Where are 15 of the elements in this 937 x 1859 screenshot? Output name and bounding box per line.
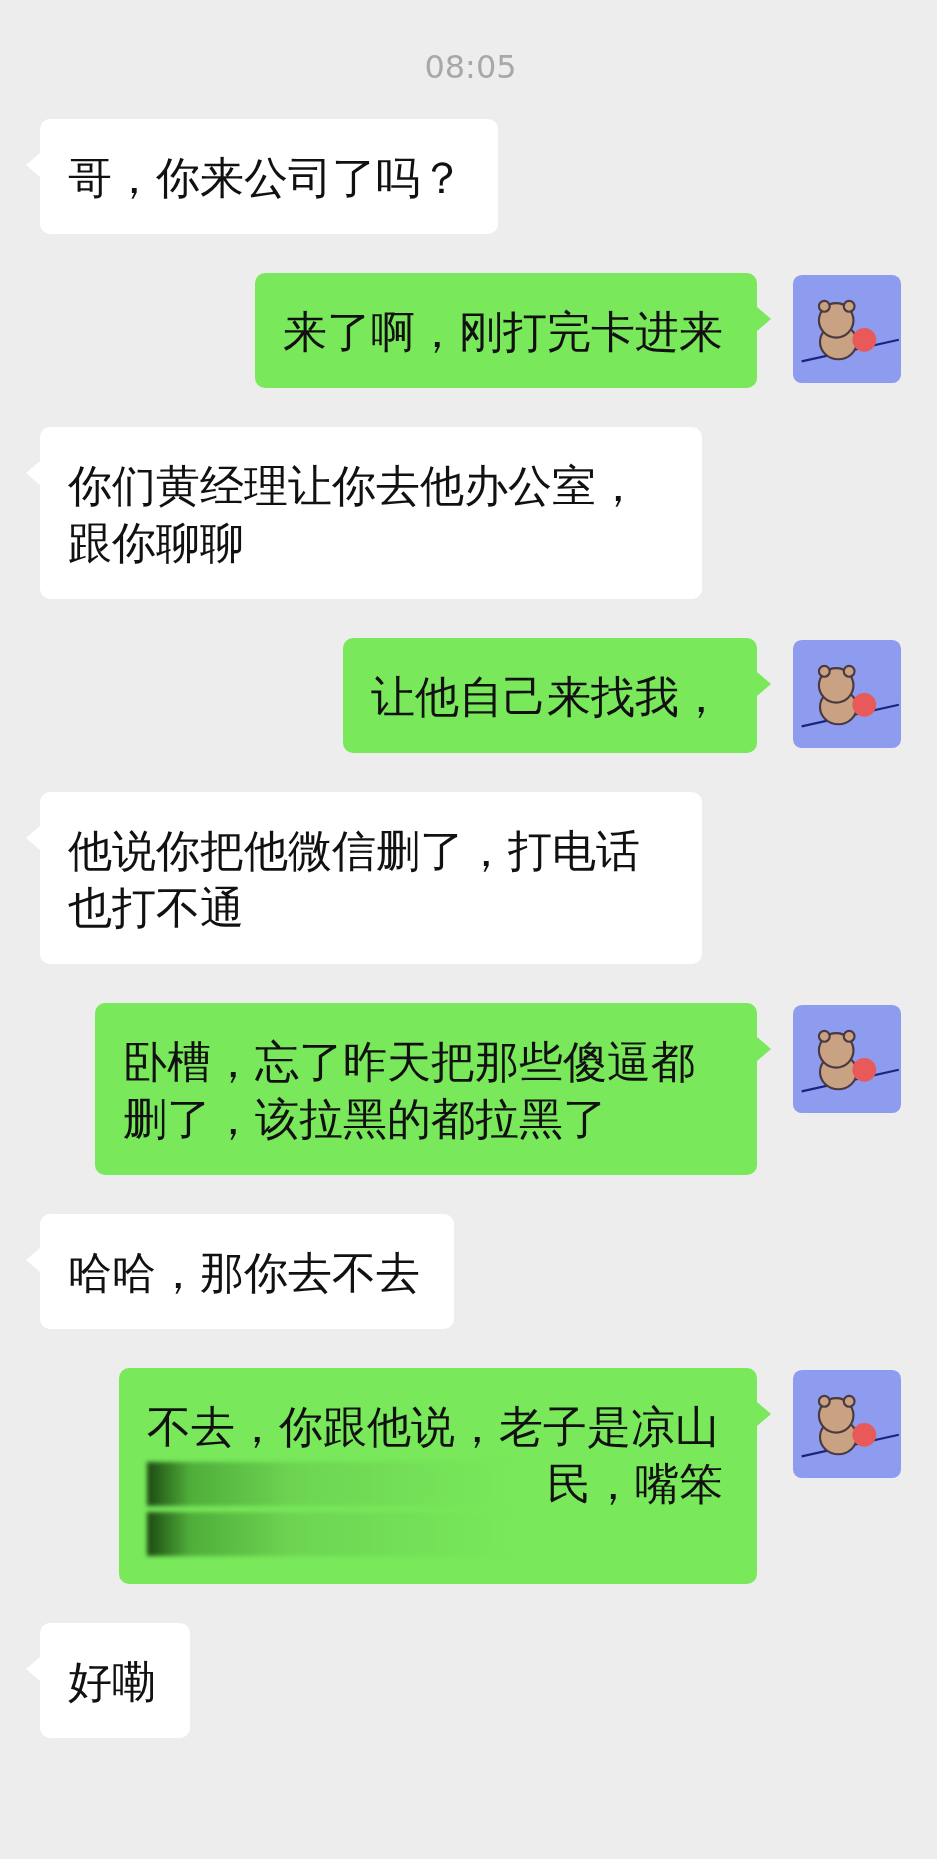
message-text: 哈哈，那你去不去 xyxy=(68,1246,420,1300)
message-text: 你们黄经理让你去他办公室，跟你聊聊 xyxy=(68,459,641,570)
message-text: 民，嘴笨 xyxy=(547,1457,723,1511)
message-text: 让他自己来找我， xyxy=(371,670,723,724)
message-text: 卧槽，忘了昨天把那些傻逼都删了，该拉黑的都拉黑了 xyxy=(123,1035,696,1146)
message-text: 哥，你来公司了吗？ xyxy=(68,151,464,205)
bear-avatar[interactable] xyxy=(793,640,901,748)
message-text: 不去，你跟他说，老子是凉山 xyxy=(147,1400,719,1454)
message-text: 好嘞 xyxy=(68,1655,156,1709)
bear-avatar[interactable] xyxy=(793,1005,901,1113)
message-text: 来了啊，刚打完卡进来 xyxy=(283,305,723,359)
timestamp: 08:05 xyxy=(424,48,517,86)
message-text: 他说你把他微信删了，打电话也打不通 xyxy=(68,824,641,935)
bear-avatar[interactable] xyxy=(793,275,901,383)
bear-avatar[interactable] xyxy=(793,1370,901,1478)
